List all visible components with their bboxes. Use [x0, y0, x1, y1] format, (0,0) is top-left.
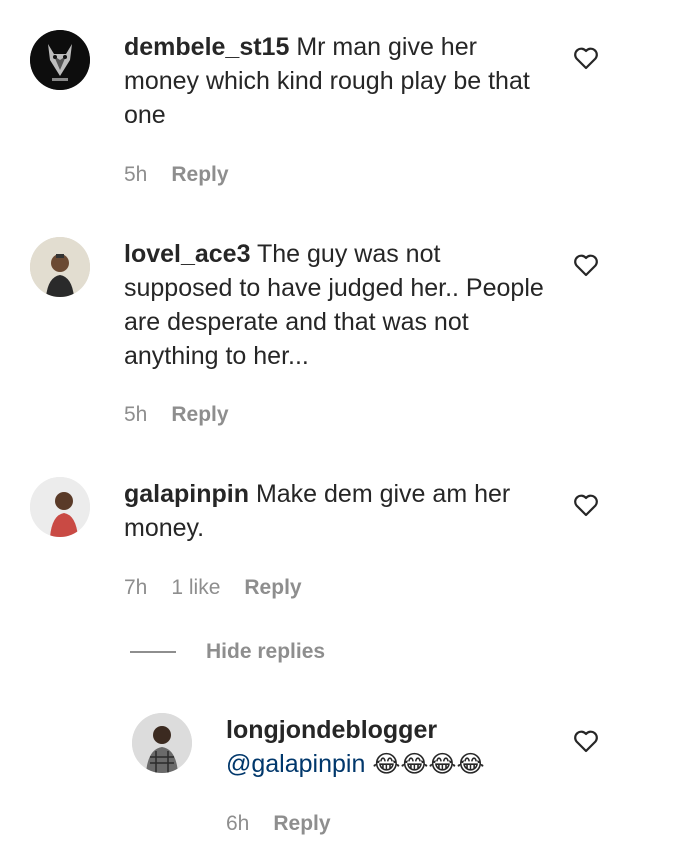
avatar[interactable] — [132, 713, 192, 773]
person-avatar-icon — [30, 237, 90, 297]
reply-time: 6h — [226, 812, 250, 835]
reply-username[interactable]: longjondeblogger — [226, 713, 546, 747]
reply-button[interactable]: Reply — [273, 812, 330, 836]
heart-outline-icon[interactable] — [573, 729, 599, 753]
comment-meta: 5h Reply — [124, 163, 229, 187]
hide-replies-button[interactable]: Hide replies — [206, 640, 325, 664]
reply-meta: 6h Reply — [226, 812, 331, 836]
reply-button[interactable]: Reply — [171, 163, 228, 187]
avatar[interactable] — [30, 30, 90, 90]
comment-text: galapinpin Make dem give am her money. — [124, 477, 544, 545]
heart-outline-icon[interactable] — [573, 46, 599, 70]
hide-replies-row[interactable]: Hide replies — [130, 640, 325, 664]
person-avatar-icon — [30, 477, 90, 537]
comment-username[interactable]: dembele_st15 — [124, 33, 289, 61]
divider-line — [130, 651, 176, 653]
mention-link[interactable]: @galapinpin — [226, 750, 365, 778]
comment-username[interactable]: lovel_ace3 — [124, 240, 251, 268]
comment-meta: 5h Reply — [124, 403, 229, 427]
heart-outline-icon[interactable] — [573, 253, 599, 277]
laughing-emoji-icon: 😂😂😂😂 — [372, 750, 485, 778]
comment-time: 5h — [124, 163, 148, 186]
comment-time: 5h — [124, 403, 148, 426]
comment-text: lovel_ace3 The guy was not supposed to h… — [124, 237, 544, 373]
wolf-avatar-icon — [30, 30, 90, 90]
reply-text: longjondeblogger @galapinpin 😂😂😂😂 — [226, 713, 546, 781]
comment-username[interactable]: galapinpin — [124, 480, 249, 508]
reply-button[interactable]: Reply — [171, 403, 228, 427]
reply-button[interactable]: Reply — [244, 576, 301, 600]
comment-text: dembele_st15 Mr man give her money which… — [124, 30, 544, 132]
comment-meta: 7h 1 like Reply — [124, 576, 302, 600]
comment-time: 7h — [124, 576, 148, 599]
person-avatar-icon — [132, 713, 192, 773]
avatar[interactable] — [30, 237, 90, 297]
like-count[interactable]: 1 like — [171, 576, 220, 600]
avatar[interactable] — [30, 477, 90, 537]
heart-outline-icon[interactable] — [573, 493, 599, 517]
